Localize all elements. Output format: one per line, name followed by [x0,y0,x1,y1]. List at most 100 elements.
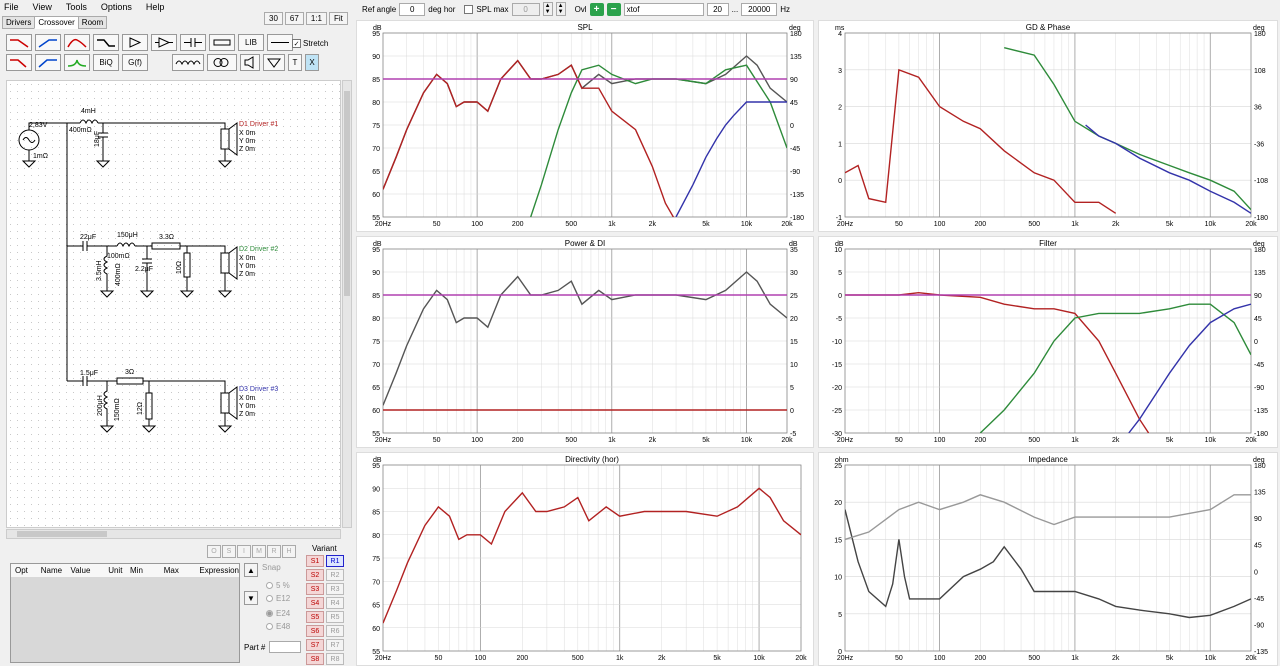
notch-icon[interactable] [64,54,90,71]
biquad-button[interactable]: BiQ [93,54,119,71]
r4-label: 3Ω [125,369,134,376]
text-button[interactable]: T [288,54,302,71]
variant-r4[interactable]: R4 [326,597,344,609]
x-tick: 500 [1028,221,1040,228]
directivity-graph[interactable]: 95 90 85 80 75 70 65 60 55 20Hz 50 100 200 500 1k 2k 5k 1… [356,452,814,666]
x-tick: 5k [1166,655,1174,662]
snap-e24[interactable]: E24 [266,609,304,618]
highpass2-icon[interactable] [35,54,61,71]
part-number-input[interactable] [269,641,302,653]
tab-drivers[interactable]: Drivers [2,16,36,29]
col-min: Min [130,566,143,575]
filter-graph[interactable]: 10 5 0 -5 -10 -15 -20 -25 -30 180 135 90 45 0 -45 -90 -1… [818,236,1278,448]
menu-file[interactable]: File [4,2,19,12]
schematic-vertical-scrollbar[interactable] [342,80,352,528]
power-di-graph[interactable]: 95 90 85 80 75 70 65 60 55 35 30 25 20 15 10 5 0 -5 20Hz 50… [356,236,814,448]
y-tick: 75 [372,339,380,346]
variant-r7[interactable]: R7 [326,639,344,651]
crossover-schematic[interactable]: 2,83V 1mΩ 4mH 400mΩ 18μF D1 Driver #1 X … [6,80,341,528]
zoom-1to1-button[interactable]: 1:1 [305,12,327,25]
snap-e12[interactable]: E12 [266,594,290,603]
variant-s2[interactable]: S2 [306,569,324,581]
menu-options[interactable]: Options [101,2,132,12]
tab-room[interactable]: Room [77,16,108,29]
menu-help[interactable]: Help [146,2,165,12]
capacitor-icon[interactable] [180,34,206,51]
resistor-icon[interactable] [209,34,235,51]
variant-r6[interactable]: R6 [326,625,344,637]
hscroll-thumb[interactable] [17,531,107,537]
x-tick: 5k [713,655,721,662]
shelf-icon[interactable] [93,34,119,51]
opt-m-button[interactable]: M [252,545,266,558]
ovl-remove-button[interactable]: − [606,2,621,16]
d3-label: D3 Driver #3 [239,386,278,393]
buffer-icon[interactable] [151,34,177,51]
bandpass-icon[interactable] [64,34,90,51]
opt-s-button[interactable]: S [222,545,236,558]
freq-low-input[interactable]: 20 [706,2,729,16]
freq-high-input[interactable]: 20000 [741,2,778,16]
angle-spinner[interactable]: ▲ ▼ [555,2,566,16]
speaker-icon[interactable] [240,54,260,71]
opt-r-button[interactable]: R [267,545,281,558]
x-tick: 1k [608,221,616,228]
stretch-checkbox[interactable]: ✓ [292,39,301,48]
source-resistance-label: 1mΩ [33,153,48,160]
lowpass2-icon[interactable] [6,54,32,71]
variant-s3[interactable]: S3 [306,583,324,595]
optimizer-table[interactable]: Opt Name Value Unit Min Max Expression [10,563,240,663]
variant-r8[interactable]: R8 [326,653,344,665]
wire-icon[interactable] [267,34,293,51]
ground-icon[interactable] [263,54,285,71]
variant-s6[interactable]: S6 [306,625,324,637]
splmax-spinner[interactable]: ▲ ▼ [542,2,553,16]
snap-5pct[interactable]: 5 % [266,581,304,590]
move-up-button[interactable]: ▲ [244,563,258,577]
d1-z: Z 0m [239,146,255,153]
schematic-horizontal-scrollbar[interactable] [6,529,341,539]
highpass1-icon[interactable] [35,34,61,51]
amplifier-icon[interactable] [122,34,148,51]
zoom-fit-button[interactable]: Fit [328,12,348,25]
variant-s8[interactable]: S8 [306,653,324,665]
ref-angle-input[interactable]: 0 [399,2,426,16]
variant-s1[interactable]: S1 [306,555,324,567]
variant-s4[interactable]: S4 [306,597,324,609]
variant-s7[interactable]: S7 [306,639,324,651]
left-unit: ms [835,25,845,32]
schematic-drawing: 2,83V 1mΩ 4mH 400mΩ 18μF D1 Driver #1 X … [18,108,278,433]
variant-r5[interactable]: R5 [326,611,344,623]
tab-crossover[interactable]: Crossover [34,16,79,29]
stretch-option[interactable]: ✓ Stretch [292,39,328,48]
opt-o-button[interactable]: O [207,545,221,558]
vscroll-thumb[interactable] [344,91,350,296]
lowpass1-icon[interactable] [6,34,32,51]
variant-r1[interactable]: R1 [326,555,344,567]
variant-r2[interactable]: R2 [326,569,344,581]
menu-view[interactable]: View [33,2,52,12]
variant-r3[interactable]: R3 [326,583,344,595]
x-button[interactable]: X [305,54,319,71]
impedance-graph[interactable]: 25 20 15 10 5 0 180 135 90 45 0 -45 -90 -135 20Hz 50 100… [818,452,1278,666]
spl-graph[interactable]: 95 90 85 80 75 70 65 60 55 180 135 90 45 0 -45 -90 -135-… [356,20,814,232]
lib-button[interactable]: LIB [238,34,264,51]
variant-s5[interactable]: S5 [306,611,324,623]
d1-label: D1 Driver #1 [239,121,278,128]
overlay-name-input[interactable]: xtof [623,2,704,16]
menu-tools[interactable]: Tools [66,2,87,12]
gd-phase-graph[interactable]: 4 3 2 1 0 -1 180 108 36 -36 -108 -180 20Hz 50 100 200 50… [818,20,1278,232]
opt-h-button[interactable]: H [282,545,296,558]
series-line-0 [383,487,801,624]
zoom-67-button[interactable]: 67 [284,12,304,25]
inductor-icon[interactable] [172,54,204,71]
snap-e48[interactable]: E48 [266,622,304,631]
opt-i-button[interactable]: I [237,545,251,558]
zoom-30-button[interactable]: 30 [264,12,283,25]
move-down-button[interactable]: ▼ [244,591,258,605]
transformer-icon[interactable] [207,54,237,71]
splmax-input[interactable]: 0 [511,2,540,16]
splmax-checkbox[interactable] [464,4,474,14]
ovl-add-button[interactable]: + [589,2,604,16]
gf-button[interactable]: G(f) [122,54,148,71]
